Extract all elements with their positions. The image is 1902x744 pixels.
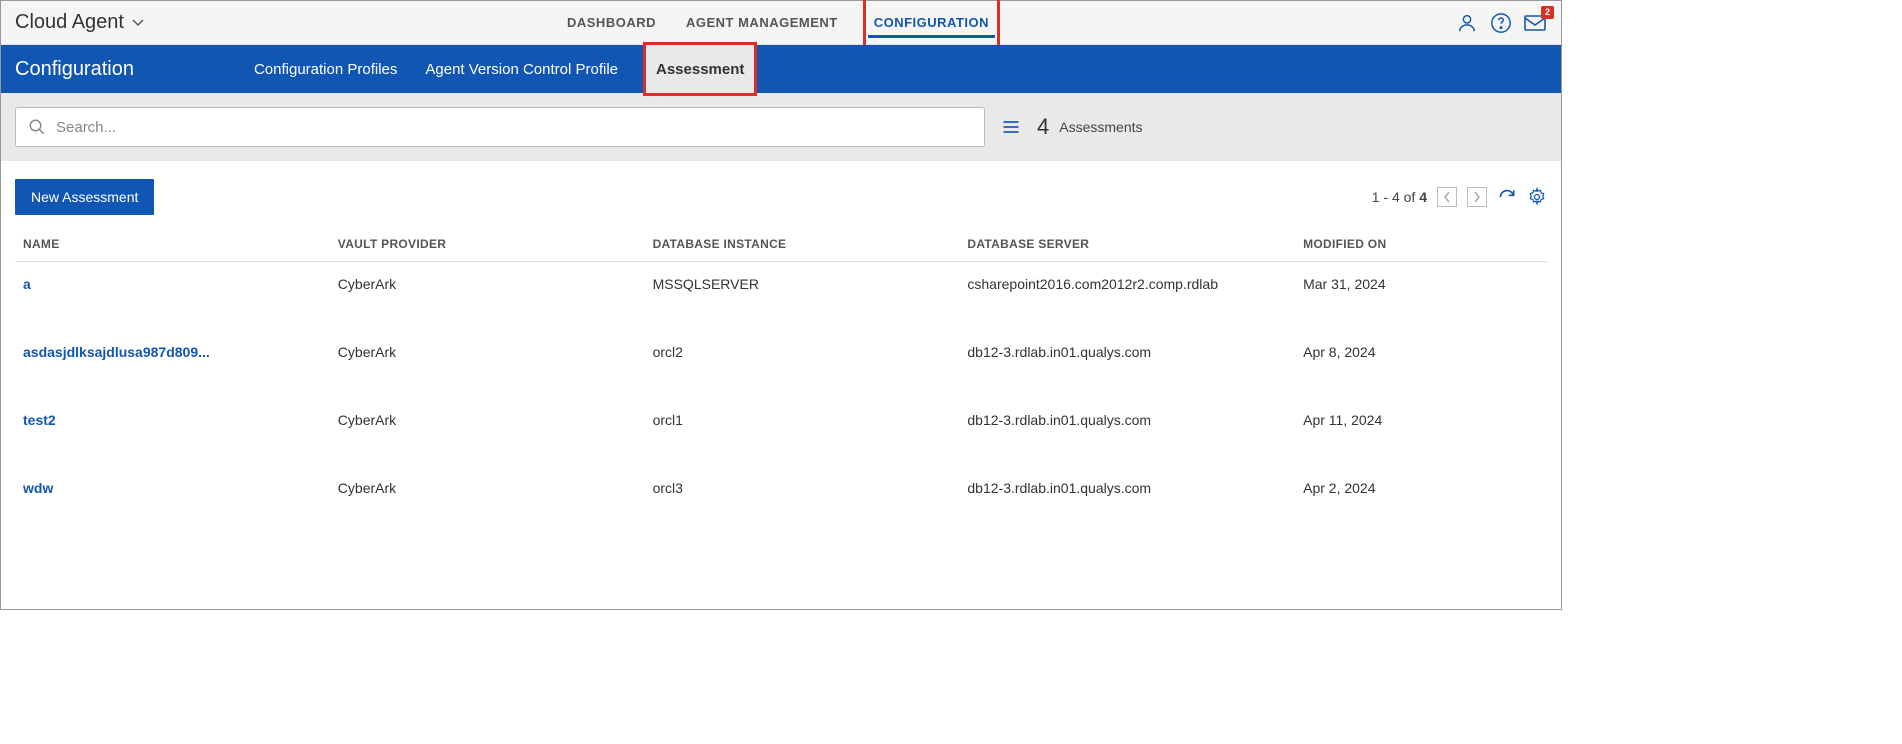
action-row: New Assessment 1 - 4 of 4	[15, 179, 1547, 215]
mail-icon[interactable]: 2	[1523, 11, 1547, 35]
topnav-configuration[interactable]: CONFIGURATION	[868, 1, 995, 44]
cell-vault: CyberArk	[330, 462, 645, 530]
cell-dbinstance: MSSQLSERVER	[645, 262, 960, 327]
refresh-icon[interactable]	[1497, 187, 1517, 207]
col-modified[interactable]: MODIFIED ON	[1295, 227, 1547, 262]
pager-prev-button[interactable]	[1437, 187, 1457, 207]
cell-dbserver: csharepoint2016.com2012r2.comp.rdlab	[959, 262, 1295, 327]
cell-dbserver: db12-3.rdlab.in01.qualys.com	[959, 394, 1295, 462]
pager-next-button[interactable]	[1467, 187, 1487, 207]
table-row: aCyberArkMSSQLSERVERcsharepoint2016.com2…	[15, 262, 1547, 327]
table-row: asdasjdlksajdlusa987d809...CyberArkorcl2…	[15, 326, 1547, 394]
search-icon	[28, 118, 46, 136]
topnav-agent-management[interactable]: AGENT MANAGEMENT	[686, 1, 838, 44]
cell-name[interactable]: test2	[15, 394, 330, 462]
cell-dbinstance: orcl3	[645, 462, 960, 530]
count-label: Assessments	[1059, 119, 1142, 135]
user-icon[interactable]	[1455, 11, 1479, 35]
pager: 1 - 4 of 4	[1372, 187, 1547, 207]
chevron-right-icon	[1473, 191, 1481, 203]
help-icon[interactable]	[1489, 11, 1513, 35]
cell-vault: CyberArk	[330, 326, 645, 394]
app-switcher[interactable]: Cloud Agent	[15, 11, 144, 34]
filter-icon[interactable]	[1001, 117, 1021, 137]
cell-name[interactable]: wdw	[15, 462, 330, 530]
search-box[interactable]	[15, 107, 985, 147]
mail-badge: 2	[1541, 6, 1554, 19]
col-dbinstance[interactable]: DATABASE INSTANCE	[645, 227, 960, 262]
cell-name[interactable]: asdasjdlksajdlusa987d809...	[15, 326, 330, 394]
pager-text: 1 - 4 of 4	[1372, 189, 1427, 205]
topbar: Cloud Agent DASHBOARD AGENT MANAGEMENT C…	[1, 1, 1561, 45]
subheader-title: Configuration	[15, 58, 134, 81]
cell-modified: Apr 8, 2024	[1295, 326, 1547, 394]
cell-dbserver: db12-3.rdlab.in01.qualys.com	[959, 462, 1295, 530]
cell-modified: Apr 11, 2024	[1295, 394, 1547, 462]
cell-modified: Apr 2, 2024	[1295, 462, 1547, 530]
search-input[interactable]	[56, 119, 972, 136]
assessments-table: NAME VAULT PROVIDER DATABASE INSTANCE DA…	[15, 227, 1547, 530]
subtab-version-control[interactable]: Agent Version Control Profile	[425, 45, 618, 93]
cell-name[interactable]: a	[15, 262, 330, 327]
top-icons: 2	[1455, 11, 1547, 35]
col-name[interactable]: NAME	[15, 227, 330, 262]
new-assessment-button[interactable]: New Assessment	[15, 179, 154, 215]
col-vault[interactable]: VAULT PROVIDER	[330, 227, 645, 262]
topnav: DASHBOARD AGENT MANAGEMENT CONFIGURATION	[567, 1, 995, 44]
cell-modified: Mar 31, 2024	[1295, 262, 1547, 327]
subtab-assessment[interactable]: Assessment	[646, 45, 754, 93]
cell-dbinstance: orcl2	[645, 326, 960, 394]
count-block: 4 Assessments	[1037, 114, 1143, 140]
table-row: test2CyberArkorcl1db12-3.rdlab.in01.qual…	[15, 394, 1547, 462]
cell-dbserver: db12-3.rdlab.in01.qualys.com	[959, 326, 1295, 394]
chevron-left-icon	[1443, 191, 1451, 203]
search-row: 4 Assessments	[1, 93, 1561, 161]
cell-vault: CyberArk	[330, 394, 645, 462]
subtab-config-profiles[interactable]: Configuration Profiles	[254, 45, 397, 93]
cell-vault: CyberArk	[330, 262, 645, 327]
content: New Assessment 1 - 4 of 4 NAME VAULT PRO…	[1, 161, 1561, 530]
app-title-text: Cloud Agent	[15, 11, 124, 34]
table-row: wdwCyberArkorcl3db12-3.rdlab.in01.qualys…	[15, 462, 1547, 530]
subheader: Configuration Configuration Profiles Age…	[1, 45, 1561, 93]
subtabs: Configuration Profiles Agent Version Con…	[254, 45, 754, 93]
count-number: 4	[1037, 114, 1049, 140]
chevron-down-icon	[132, 19, 144, 27]
cell-dbinstance: orcl1	[645, 394, 960, 462]
col-dbserver[interactable]: DATABASE SERVER	[959, 227, 1295, 262]
gear-icon[interactable]	[1527, 187, 1547, 207]
topnav-dashboard[interactable]: DASHBOARD	[567, 1, 656, 44]
